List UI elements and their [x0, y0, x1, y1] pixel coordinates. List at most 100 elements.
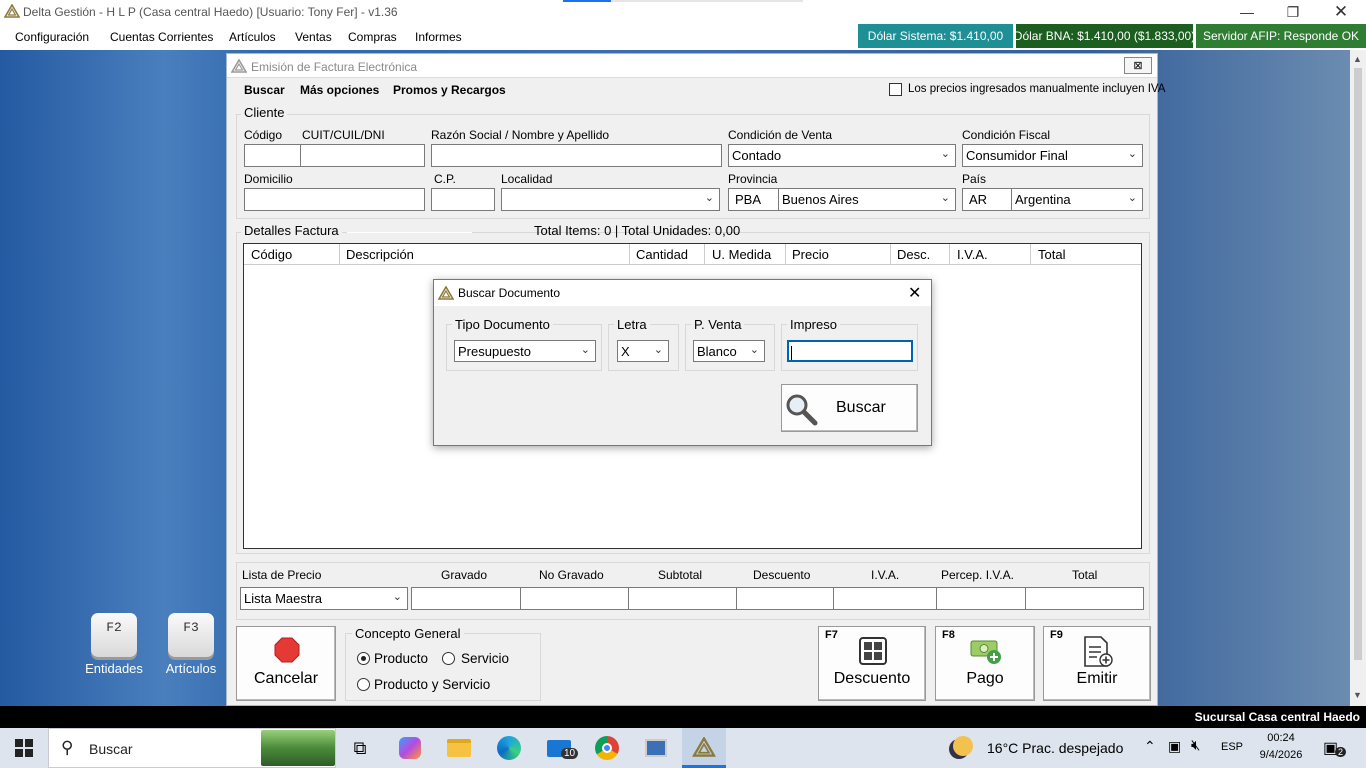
file-explorer-button[interactable] — [437, 728, 481, 768]
razon-social-input[interactable] — [431, 144, 722, 167]
close-icon: ✕ — [1333, 2, 1349, 21]
scroll-down-icon[interactable]: ▼ — [1353, 690, 1362, 700]
domicilio-input[interactable] — [244, 188, 425, 211]
dolar-bna-badge: Dólar BNA: $1.410,00 ($1.833,00) — [1014, 24, 1195, 48]
dialog-close-button[interactable]: ✕ — [908, 283, 921, 303]
codigo-input[interactable] — [244, 144, 301, 167]
desktop-icon-entidades[interactable]: F2 Entidades — [84, 613, 144, 676]
menu-articulos[interactable]: Artículos — [229, 30, 276, 44]
letra-select[interactable]: X ⌄ — [617, 340, 669, 362]
scrollbar-thumb[interactable] — [1354, 68, 1362, 660]
close-window-button[interactable]: ✕ — [1318, 0, 1364, 24]
desktop-icon-label: Artículos — [165, 661, 217, 676]
restore-icon: ❐ — [1286, 3, 1300, 20]
edge-button[interactable] — [487, 728, 531, 768]
clock-time[interactable]: 00:24 — [1257, 732, 1305, 744]
chevron-down-icon: ⌄ — [940, 148, 950, 160]
provincia-select[interactable]: Buenos Aires ⌄ — [778, 188, 956, 211]
stop-icon — [274, 637, 300, 666]
money-add-icon — [970, 638, 1002, 669]
dialog-title: Buscar Documento — [458, 286, 561, 300]
subtotal-label: Subtotal — [658, 568, 703, 582]
precios-iva-label: Los precios ingresados manualmente inclu… — [908, 83, 1166, 95]
producto-radio[interactable] — [357, 652, 370, 665]
language-indicator[interactable]: ESP — [1221, 741, 1243, 753]
menu-ventas[interactable]: Ventas — [295, 30, 332, 44]
f3-key-icon: F3 — [168, 613, 214, 657]
condicion-fiscal-select[interactable]: Consumidor Final ⌄ — [962, 144, 1143, 167]
descuento-button[interactable]: F7 Descuento — [818, 626, 926, 701]
start-button[interactable] — [2, 728, 46, 768]
provincia-code-input[interactable]: PBA — [728, 188, 779, 211]
minimize-button[interactable]: — — [1224, 0, 1270, 24]
col-u-medida[interactable]: U. Medida — [705, 244, 786, 265]
chevron-up-icon[interactable]: ⌃ — [1144, 738, 1156, 755]
impreso-input[interactable] — [787, 340, 913, 362]
divider — [347, 232, 472, 233]
toolbar-promos-recargos[interactable]: Promos y Recargos — [393, 83, 506, 97]
volume-muted-icon[interactable]: 🔇︎ — [1191, 737, 1200, 754]
producto-servicio-radio[interactable] — [357, 678, 370, 691]
col-precio[interactable]: Precio — [785, 244, 891, 265]
close-icon: ⊠ — [1133, 60, 1143, 72]
servicio-radio[interactable] — [442, 652, 455, 665]
producto-servicio-label[interactable]: Producto y Servicio — [374, 677, 490, 692]
emitir-button[interactable]: F9 Emitir — [1043, 626, 1151, 701]
subtotal-field — [628, 587, 737, 610]
menu-compras[interactable]: Compras — [348, 30, 397, 44]
invoice-close-button[interactable]: ⊠ — [1124, 57, 1152, 74]
localidad-select[interactable]: ⌄ — [501, 188, 720, 211]
col-total[interactable]: Total — [1031, 244, 1141, 265]
restore-button[interactable]: ❐ — [1270, 0, 1316, 24]
cuit-input[interactable] — [300, 144, 425, 167]
cancelar-button[interactable]: Cancelar — [236, 626, 336, 701]
remote-desktop-icon — [645, 739, 667, 757]
descuento-label: Descuento — [753, 568, 811, 582]
tipo-documento-select[interactable]: Presupuesto ⌄ — [454, 340, 596, 362]
vertical-scrollbar[interactable]: ▲ ▼ — [1350, 50, 1366, 706]
lista-precio-select[interactable]: Lista Maestra ⌄ — [240, 587, 408, 610]
app-logo-icon — [3, 3, 21, 21]
col-descripcion[interactable]: Descripción — [339, 244, 630, 265]
weather-text[interactable]: 16°C Prac. despejado — [987, 740, 1123, 756]
edge-icon — [497, 736, 521, 760]
network-icon[interactable]: ▣ — [1168, 738, 1181, 755]
toolbar-mas-opciones[interactable]: Más opciones — [300, 83, 379, 97]
chevron-down-icon: ⌄ — [1127, 148, 1137, 160]
condicion-venta-label: Condición de Venta — [728, 128, 833, 142]
remote-desktop-button[interactable] — [634, 728, 678, 768]
task-view-button[interactable]: ⧉ — [338, 728, 382, 768]
cuit-label: CUIT/CUIL/DNI — [302, 128, 385, 142]
pais-code-input[interactable]: AR — [962, 188, 1012, 211]
cp-input[interactable] — [431, 188, 495, 211]
taskbar-search[interactable]: ⚲ Buscar — [48, 728, 336, 768]
delta-gestion-taskbar-button[interactable] — [682, 728, 726, 768]
menu-informes[interactable]: Informes — [415, 30, 462, 44]
menu-cuentas-corrientes[interactable]: Cuentas Corrientes — [110, 30, 213, 44]
search-placeholder: Buscar — [89, 741, 133, 757]
p-venta-select[interactable]: Blanco ⌄ — [693, 340, 765, 362]
servicio-label[interactable]: Servicio — [461, 651, 509, 666]
notifications-button[interactable]: ▣ 2 — [1323, 738, 1347, 758]
dialog-buscar-button[interactable]: Buscar — [781, 384, 918, 432]
precios-iva-checkbox[interactable] — [889, 83, 902, 96]
col-desc[interactable]: Desc. — [890, 244, 950, 265]
col-iva[interactable]: I.V.A. — [950, 244, 1031, 265]
detalles-totals: Total Items: 0 | Total Unidades: 0,00 — [534, 223, 741, 238]
chrome-button[interactable] — [585, 728, 629, 768]
producto-label[interactable]: Producto — [374, 651, 428, 666]
desktop-icon-articulos[interactable]: F3 Artículos — [161, 613, 221, 676]
toolbar-buscar[interactable]: Buscar — [244, 83, 285, 97]
iva-field — [833, 587, 937, 610]
menu-configuracion[interactable]: Configuración — [15, 30, 89, 44]
pago-button[interactable]: F8 Pago — [935, 626, 1035, 701]
scroll-up-icon[interactable]: ▲ — [1353, 54, 1362, 64]
col-cantidad[interactable]: Cantidad — [629, 244, 705, 265]
col-codigo[interactable]: Código — [244, 244, 340, 265]
pais-select[interactable]: Argentina ⌄ — [1011, 188, 1143, 211]
mail-button[interactable]: 10 — [537, 728, 581, 768]
no-gravado-label: No Gravado — [539, 568, 604, 582]
copilot-button[interactable] — [388, 728, 432, 768]
condicion-venta-select[interactable]: Contado ⌄ — [728, 144, 956, 167]
clock-date[interactable]: 9/4/2026 — [1254, 749, 1308, 761]
